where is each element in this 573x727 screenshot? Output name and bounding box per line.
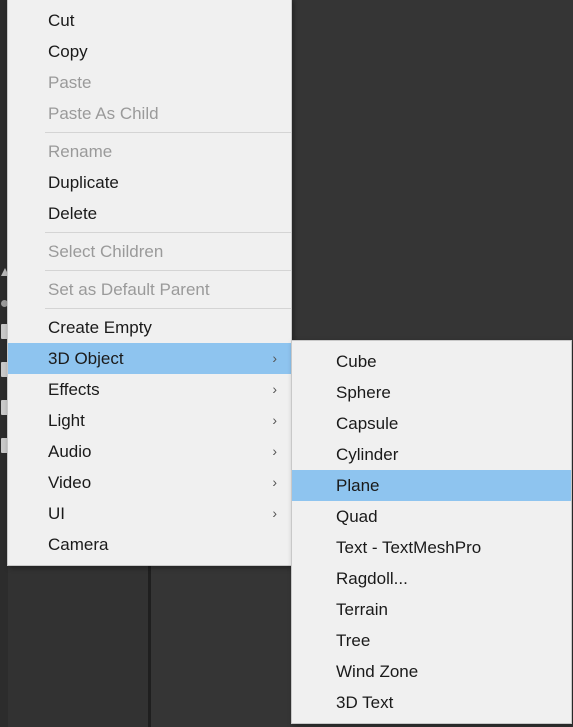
submenu-item-plane[interactable]: Plane — [292, 470, 571, 501]
menu-item-label: UI — [48, 504, 65, 523]
menu-item-copy[interactable]: Copy — [8, 36, 291, 67]
chevron-right-icon: › — [272, 381, 277, 397]
menu-separator — [45, 270, 291, 271]
menu-item-ui[interactable]: UI › — [8, 498, 291, 529]
chevron-right-icon: › — [272, 412, 277, 428]
submenu-item-terrain[interactable]: Terrain — [292, 594, 571, 625]
submenu-item-capsule[interactable]: Capsule — [292, 408, 571, 439]
menu-item-video[interactable]: Video › — [8, 467, 291, 498]
menu-item-label: Set as Default Parent — [48, 280, 210, 299]
chevron-right-icon: › — [272, 350, 277, 366]
menu-item-delete[interactable]: Delete — [8, 198, 291, 229]
menu-item-label: Light — [48, 411, 85, 430]
chevron-right-icon: › — [272, 474, 277, 490]
submenu-item-label: Quad — [336, 507, 378, 526]
submenu-item-sphere[interactable]: Sphere — [292, 377, 571, 408]
chevron-right-icon: › — [272, 443, 277, 459]
menu-item-label: Audio — [48, 442, 92, 461]
menu-item-label: Copy — [48, 42, 88, 61]
submenu-item-label: 3D Text — [336, 693, 394, 712]
chevron-right-icon: › — [272, 505, 277, 521]
menu-item-audio[interactable]: Audio › — [8, 436, 291, 467]
submenu-item-wind-zone[interactable]: Wind Zone — [292, 656, 571, 687]
menu-item-camera[interactable]: Camera — [8, 529, 291, 560]
menu-item-label: Video — [48, 473, 92, 492]
menu-item-label: Duplicate — [48, 173, 119, 192]
menu-item-label: Effects — [48, 380, 100, 399]
submenu-item-label: Cube — [336, 352, 377, 371]
menu-item-label: Cut — [48, 11, 75, 30]
menu-item-paste-as-child: Paste As Child — [8, 98, 291, 129]
submenu-item-label: Plane — [336, 476, 380, 495]
submenu-item-label: Wind Zone — [336, 662, 419, 681]
submenu-item-label: Text - TextMeshPro — [336, 538, 482, 557]
submenu-item-cube[interactable]: Cube — [292, 346, 571, 377]
submenu-item-cylinder[interactable]: Cylinder — [292, 439, 571, 470]
menu-item-3d-object[interactable]: 3D Object › — [8, 343, 291, 374]
menu-item-label: Create Empty — [48, 318, 152, 337]
submenu-item-label: Ragdoll... — [336, 569, 408, 588]
submenu-item-label: Tree — [336, 631, 371, 650]
submenu-item-label: Terrain — [336, 600, 388, 619]
menu-item-duplicate[interactable]: Duplicate — [8, 167, 291, 198]
submenu-item-text-textmeshpro[interactable]: Text - TextMeshPro — [292, 532, 571, 563]
submenu-item-tree[interactable]: Tree — [292, 625, 571, 656]
menu-item-label: Select Children — [48, 242, 164, 261]
menu-item-label: Delete — [48, 204, 98, 223]
menu-separator — [45, 232, 291, 233]
menu-item-cut[interactable]: Cut — [8, 5, 291, 36]
menu-item-label: Paste — [48, 73, 92, 92]
submenu-item-ragdoll[interactable]: Ragdoll... — [292, 563, 571, 594]
menu-item-select-children: Select Children — [8, 236, 291, 267]
menu-item-rename: Rename — [8, 136, 291, 167]
hierarchy-context-menu[interactable]: Cut Copy Paste Paste As Child Rename Duplicat… — [7, 0, 292, 566]
submenu-item-3d-text[interactable]: 3D Text — [292, 687, 571, 718]
submenu-item-quad[interactable]: Quad — [292, 501, 571, 532]
menu-item-set-as-default-parent: Set as Default Parent — [8, 274, 291, 305]
submenu-item-label: Capsule — [336, 414, 399, 433]
menu-item-create-empty[interactable]: Create Empty — [8, 312, 291, 343]
menu-item-paste: Paste — [8, 67, 291, 98]
menu-item-label: 3D Object — [48, 349, 124, 368]
menu-item-label: Camera — [48, 535, 109, 554]
editor-window: Cut Copy Paste Paste As Child Rename Duplicat… — [0, 0, 573, 727]
menu-item-light[interactable]: Light › — [8, 405, 291, 436]
menu-separator — [45, 308, 291, 309]
submenu-item-label: Cylinder — [336, 445, 399, 464]
menu-separator — [45, 132, 291, 133]
submenu-item-label: Sphere — [336, 383, 391, 402]
menu-item-label: Paste As Child — [48, 104, 159, 123]
3d-object-submenu[interactable]: Cube Sphere Capsule Cylinder Plane Quad Text -… — [291, 340, 572, 724]
menu-item-label: Rename — [48, 142, 113, 161]
menu-item-effects[interactable]: Effects › — [8, 374, 291, 405]
